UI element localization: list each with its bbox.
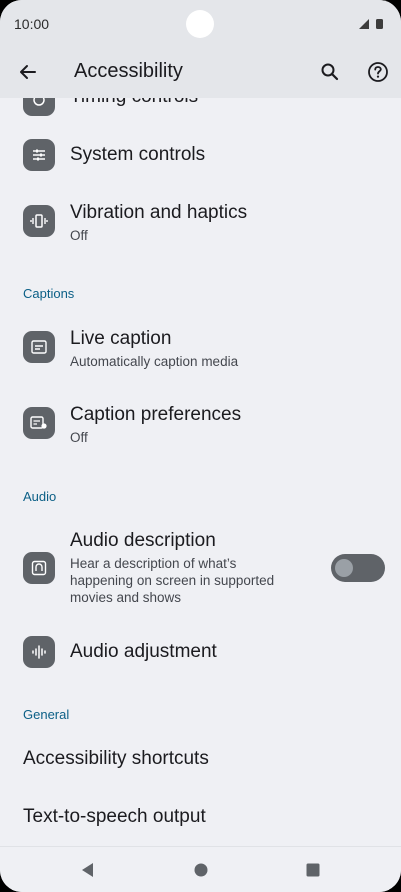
waveform-icon: [23, 636, 55, 668]
square-recents-icon: [306, 863, 320, 877]
caption-settings-icon: [23, 407, 55, 439]
section-header-captions: Captions: [23, 286, 75, 301]
camera-cutout: [186, 10, 214, 38]
nav-recents-button[interactable]: [302, 859, 324, 881]
help-icon: [368, 62, 388, 82]
list-item-title: Live caption: [70, 328, 172, 349]
timing-icon: [23, 98, 55, 116]
list-item-subtitle-line-1: Hear a description of what’s: [70, 556, 237, 571]
list-item-title: Timing controls: [70, 98, 198, 108]
signal-icon: [359, 19, 383, 29]
list-item-accessibility-shortcuts[interactable]: Accessibility shortcuts: [0, 740, 401, 780]
audio-description-icon: [23, 552, 55, 584]
list-item-title: Audio description: [70, 530, 216, 551]
list-item-text-to-speech[interactable]: Text-to-speech output: [0, 798, 401, 838]
list-item-subtitle-line-2: happening on screen in supported: [70, 573, 275, 588]
nav-home-button[interactable]: [190, 859, 212, 881]
arrow-left-icon: [20, 65, 36, 79]
list-item-subtitle: Off: [70, 430, 88, 445]
status-bar: 10:00: [0, 0, 401, 46]
circle-home-icon: [194, 863, 208, 877]
list-item-title: System controls: [70, 144, 206, 165]
help-button[interactable]: [364, 58, 392, 86]
list-item-system-controls[interactable]: System controls: [0, 134, 401, 176]
caption-icon: [23, 331, 55, 363]
settings-list[interactable]: Timing controls System controls: [0, 98, 401, 846]
back-button[interactable]: [14, 58, 42, 86]
list-item-vibration[interactable]: Vibration and haptics Off: [0, 198, 401, 248]
audio-description-toggle[interactable]: [331, 554, 385, 582]
list-item-title: Audio adjustment: [70, 641, 217, 662]
page-title: Accessibility: [74, 60, 183, 82]
list-item-title: Vibration and haptics: [70, 202, 248, 223]
list-item-subtitle-line-3: movies and shows: [70, 590, 182, 605]
list-item-title: Text-to-speech output: [23, 806, 206, 827]
nav-back-button[interactable]: [77, 859, 99, 881]
search-icon: [321, 63, 339, 81]
screen: 10:00 Accessibility System controls Vibr…: [0, 0, 401, 892]
navigation-bar: [0, 846, 401, 892]
list-item-caption-preferences[interactable]: Caption preferences Off: [0, 400, 401, 450]
status-icons: [357, 17, 387, 35]
list-item-audio-description[interactable]: Audio description Hear a description of …: [0, 528, 401, 610]
list-item-timing-controls[interactable]: Timing controls: [0, 98, 401, 118]
toggle-knob: [335, 559, 353, 577]
section-header-general: General: [23, 707, 70, 722]
status-time: 10:00: [14, 16, 50, 32]
section-header-audio: Audio: [23, 489, 57, 504]
list-item-subtitle: Off: [70, 228, 88, 243]
search-button[interactable]: [316, 58, 344, 86]
tune-icon: [23, 139, 55, 171]
list-item-audio-adjustment[interactable]: Audio adjustment: [0, 633, 401, 675]
list-item-live-caption[interactable]: Live caption Automatically caption media: [0, 324, 401, 374]
vibration-icon: [23, 205, 55, 237]
list-item-subtitle: Automatically caption media: [70, 354, 239, 369]
list-item-title: Accessibility shortcuts: [23, 748, 209, 769]
triangle-back-icon: [82, 863, 93, 877]
app-bar: Accessibility: [0, 46, 401, 98]
list-item-title: Caption preferences: [70, 404, 242, 425]
